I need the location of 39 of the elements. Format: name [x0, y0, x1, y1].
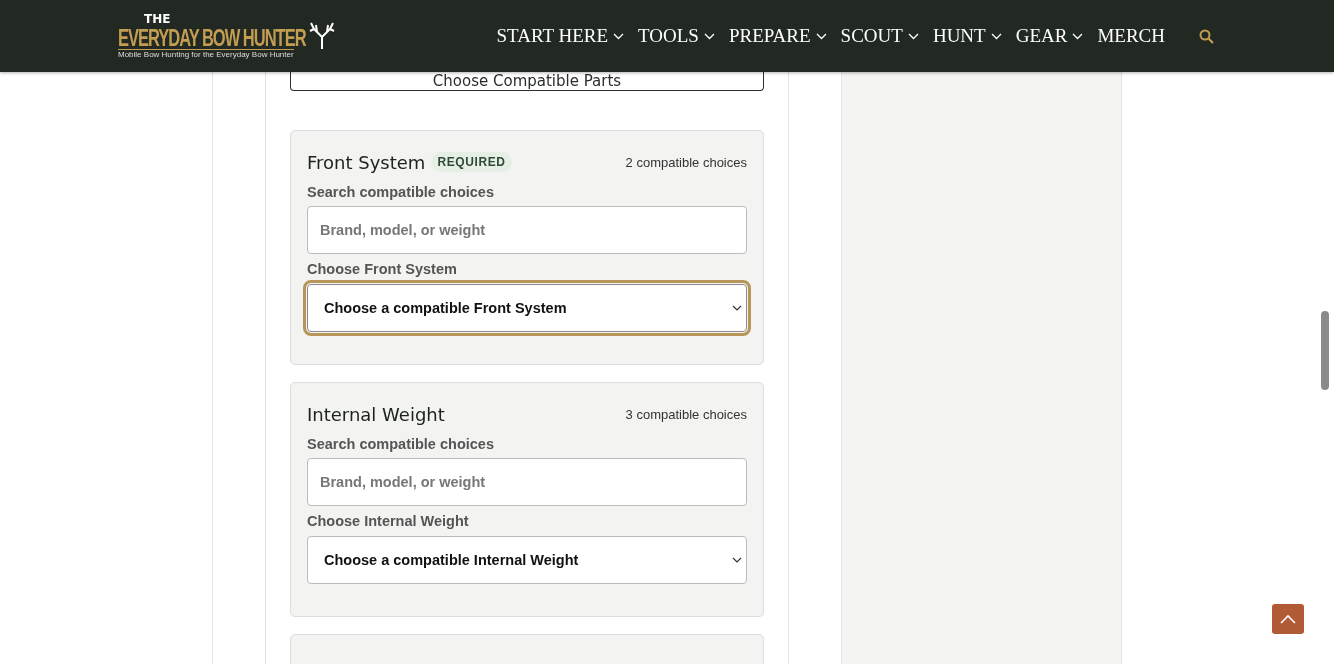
chevron-down-icon [703, 32, 715, 40]
nav-link[interactable]: START HERE [489, 25, 632, 47]
field-label: Search compatible choices [307, 436, 495, 452]
select-dropdown[interactable]: Choose a compatible Internal Weight [307, 536, 747, 584]
logo-text: THE [144, 12, 171, 25]
logo-tagline: Mobile Bow Hunting for the Everyday Bow Hunter [118, 49, 294, 60]
logo-text: EVERYDAY BOW HUNTER [118, 24, 306, 50]
scrollbar-thumb[interactable] [1321, 311, 1329, 390]
chevron-down-icon [907, 32, 919, 40]
nav-link[interactable]: TOOLS [631, 25, 722, 47]
chevron-down-icon [990, 32, 1002, 40]
chevron-down-icon [732, 557, 742, 563]
card-title: Internal Weight [307, 403, 445, 425]
nav-link[interactable]: GEAR [1008, 25, 1091, 47]
nav-link[interactable]: PREPARE [721, 25, 834, 47]
search-button[interactable] [1199, 28, 1214, 44]
field-label: Choose Front System [307, 261, 458, 277]
nav-link[interactable]: HUNT [925, 25, 1009, 47]
site-logo[interactable]: THE EVERYDAY BOW HUNTER Mobile Bow Hunting for the Everyday Bow Hunter [118, 12, 336, 60]
required-badge: REQUIRED [431, 152, 512, 172]
choice-count: 3 compatible choices [625, 406, 747, 422]
search-field[interactable]: Brand, model, or weight [307, 206, 747, 254]
nav-link[interactable]: MERCH [1090, 25, 1172, 47]
field-label: Choose Internal Weight [307, 513, 470, 529]
field-label: Search compatible choices [307, 184, 495, 200]
antlers-icon [307, 21, 336, 51]
nav-link[interactable]: SCOUT [833, 25, 926, 47]
search-field[interactable]: Brand, model, or weight [307, 458, 747, 506]
card-title: Front System [307, 151, 426, 173]
search-icon [1199, 28, 1214, 44]
select-dropdown[interactable]: Choose a compatible Front System [307, 284, 747, 332]
scroll-top-button[interactable] [1272, 604, 1304, 634]
chevron-down-icon [815, 32, 827, 40]
choose-parts-button[interactable]: Choose Compatible Parts [290, 72, 764, 91]
choice-count: 2 compatible choices [625, 154, 747, 170]
chevron-down-icon [732, 305, 742, 311]
chevron-down-icon [613, 32, 625, 40]
chevron-down-icon [1072, 32, 1084, 40]
chevron-up-icon [1280, 614, 1296, 624]
